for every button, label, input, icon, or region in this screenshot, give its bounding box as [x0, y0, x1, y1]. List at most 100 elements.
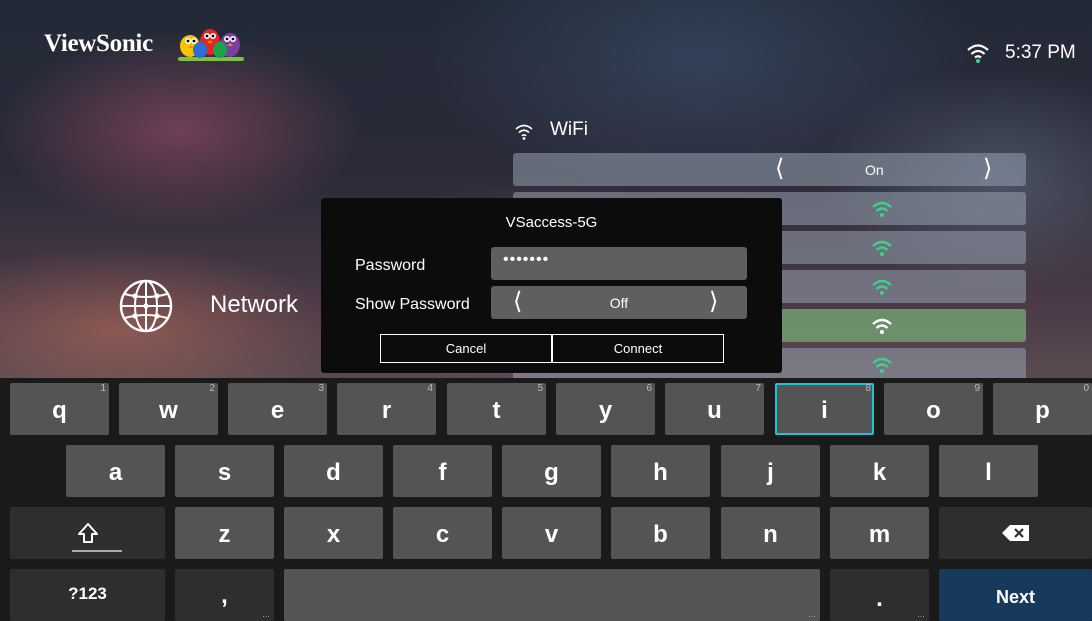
wifi-password-dialog: VSaccess-5G Password ••••••• Show Passwo…: [321, 198, 782, 373]
key-label: w: [159, 397, 178, 424]
key-label: n: [763, 521, 778, 548]
key-v[interactable]: v: [502, 507, 601, 559]
key-k[interactable]: k: [830, 445, 929, 497]
show-password-label: Show Password: [355, 296, 470, 313]
more-dots-icon: …: [262, 610, 270, 619]
key-h[interactable]: h: [611, 445, 710, 497]
password-label: Password: [355, 257, 426, 274]
key-j[interactable]: j: [721, 445, 820, 497]
symbols-key[interactable]: ?123: [10, 569, 165, 621]
password-input[interactable]: •••••••: [491, 247, 747, 280]
key-label: j: [767, 459, 774, 486]
key-alt-digit: 9: [974, 383, 980, 394]
key-y[interactable]: 6y: [556, 383, 655, 435]
screen: ViewSonic 5:37 PM WiFi ⟨ On ⟩ Network VS…: [0, 0, 1092, 621]
key-c[interactable]: c: [393, 507, 492, 559]
show-password-selector[interactable]: ⟨ Off ⟩: [491, 286, 747, 319]
space-bar[interactable]: …: [284, 569, 820, 621]
key-label: o: [926, 397, 941, 424]
key-label: e: [270, 397, 285, 424]
key-label: p: [1035, 397, 1050, 424]
key-alt-digit: 6: [646, 383, 652, 394]
key-n[interactable]: n: [721, 507, 820, 559]
key-g[interactable]: g: [502, 445, 601, 497]
key-alt-digit: 2: [209, 383, 215, 394]
onscreen-keyboard: 1q 2w 3e 4r 5t 6y 7u 8i 9o 0p a s d f g …: [0, 378, 1092, 621]
backspace-key[interactable]: [939, 507, 1092, 559]
clock-time: 5:37 PM: [1005, 42, 1076, 63]
brand-logo-text: ViewSonic: [44, 30, 153, 57]
key-label: u: [707, 397, 722, 424]
key-label: i: [821, 397, 828, 424]
key-label: y: [598, 397, 613, 424]
key-label: t: [492, 397, 501, 424]
key-l[interactable]: l: [939, 445, 1038, 497]
key-alt-digit: 5: [537, 383, 543, 394]
password-masked-value: •••••••: [503, 251, 550, 268]
key-label: Next: [995, 587, 1035, 607]
chevron-left-icon[interactable]: ⟨: [775, 157, 784, 181]
key-alt-digit: 7: [755, 383, 761, 394]
key-o[interactable]: 9o: [884, 383, 983, 435]
wifi-toggle-value: On: [865, 162, 884, 178]
wifi-strength-icon: [872, 201, 892, 217]
key-label: x: [326, 521, 341, 548]
shift-indicator-bar: [72, 550, 122, 552]
shift-arrow-icon: [78, 523, 98, 543]
more-dots-icon: …: [808, 610, 816, 619]
globe-network-icon: [119, 279, 173, 333]
key-f[interactable]: f: [393, 445, 492, 497]
key-label: ,: [221, 582, 228, 609]
wifi-strength-icon: [872, 357, 892, 373]
key-label: z: [218, 521, 231, 548]
key-x[interactable]: x: [284, 507, 383, 559]
key-alt-digit: 8: [865, 383, 871, 394]
key-e[interactable]: 3e: [228, 383, 327, 435]
key-label: h: [653, 459, 668, 486]
key-label: f: [438, 459, 447, 486]
backspace-icon: [1002, 525, 1029, 541]
key-q[interactable]: 1q: [10, 383, 109, 435]
period-key[interactable]: .…: [830, 569, 929, 621]
wifi-strength-icon: [872, 318, 892, 334]
key-label: l: [985, 459, 992, 486]
dialog-network-name: VSaccess-5G: [505, 214, 598, 231]
key-label: r: [381, 397, 392, 424]
key-label: m: [868, 521, 891, 548]
key-m[interactable]: m: [830, 507, 929, 559]
cancel-button[interactable]: Cancel: [380, 334, 552, 363]
more-dots-icon: …: [917, 610, 925, 619]
key-label: s: [217, 459, 232, 486]
wifi-section-title: WiFi: [550, 119, 588, 140]
chevron-right-icon[interactable]: ⟩: [983, 157, 992, 181]
key-alt-digit: 4: [427, 383, 433, 394]
wifi-toggle-row[interactable]: ⟨ On ⟩: [513, 153, 1026, 186]
key-u[interactable]: 7u: [665, 383, 764, 435]
connect-button[interactable]: Connect: [552, 334, 724, 363]
key-d[interactable]: d: [284, 445, 383, 497]
key-p[interactable]: 0p: [993, 383, 1092, 435]
wifi-strength-icon: [872, 240, 892, 256]
next-key[interactable]: Next: [939, 569, 1092, 621]
key-z[interactable]: z: [175, 507, 274, 559]
chevron-right-icon[interactable]: ⟩: [709, 290, 718, 314]
key-a[interactable]: a: [66, 445, 165, 497]
key-i-focused[interactable]: 8i: [775, 383, 874, 435]
key-b[interactable]: b: [611, 507, 710, 559]
wifi-strength-icon: [872, 279, 892, 295]
viewsonic-birds-logo-icon: [178, 29, 244, 61]
wifi-icon: [515, 124, 533, 140]
key-alt-digit: 0: [1083, 383, 1089, 394]
shift-key[interactable]: [10, 507, 165, 559]
key-t[interactable]: 5t: [447, 383, 546, 435]
key-label: .: [876, 585, 883, 612]
key-label: a: [108, 459, 123, 486]
key-r[interactable]: 4r: [337, 383, 436, 435]
wifi-signal-icon: [967, 44, 989, 63]
key-w[interactable]: 2w: [119, 383, 218, 435]
key-label: k: [872, 459, 887, 486]
key-s[interactable]: s: [175, 445, 274, 497]
key-alt-digit: 3: [318, 383, 324, 394]
key-alt-digit: 1: [100, 383, 106, 394]
comma-key[interactable]: ,…: [175, 569, 274, 621]
